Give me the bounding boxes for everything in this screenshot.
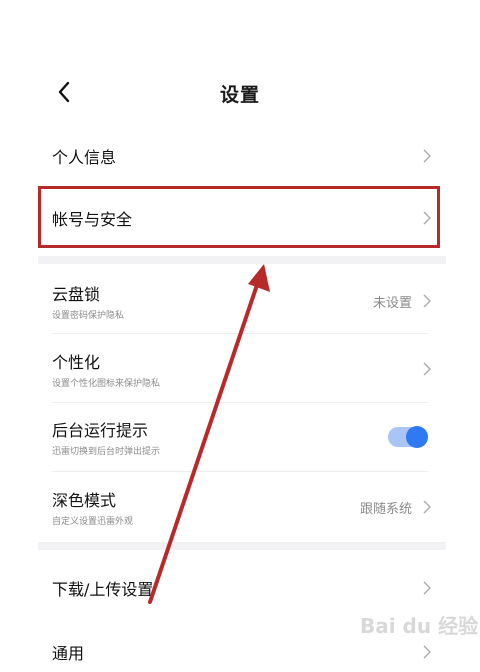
- divider: [52, 333, 428, 334]
- settings-item-personal-info[interactable]: 个人信息: [38, 128, 446, 184]
- section-gap: [38, 542, 446, 550]
- settings-item-label: 深色模式: [52, 491, 117, 510]
- settings-item-label: 个性化: [52, 353, 101, 372]
- toggle-knob: [406, 426, 428, 448]
- chevron-right-icon: [423, 362, 431, 376]
- settings-item-label: 云盘锁: [52, 285, 101, 304]
- settings-item-description: 自定义设置迅雷外观: [52, 517, 134, 527]
- settings-item-download-upload[interactable]: 下载/上传设置: [38, 560, 446, 616]
- chevron-right-icon: [423, 294, 431, 308]
- top-bar: 设置: [0, 60, 480, 124]
- settings-item-label: 通用: [52, 644, 85, 663]
- settings-item-value: 跟随系统: [359, 501, 412, 517]
- settings-item-background-run-tip: 后台运行提示 迅雷切换到后台时弹出提示: [38, 408, 446, 466]
- divider: [52, 471, 428, 472]
- chevron-right-icon: [423, 581, 431, 595]
- settings-item-label: 个人信息: [52, 148, 117, 167]
- watermark: Bai du 经验: [360, 614, 479, 638]
- settings-item-cloud-lock[interactable]: 云盘锁 设置密码保护隐私 未设置: [38, 272, 446, 330]
- settings-item-description: 设置个性化图标来保护隐私: [52, 379, 161, 389]
- settings-item-label: 后台运行提示: [52, 421, 149, 440]
- background-tip-toggle[interactable]: [388, 426, 428, 448]
- settings-item-personalization[interactable]: 个性化 设置个性化图标来保护隐私: [38, 340, 446, 398]
- settings-item-description: 设置密码保护隐私: [52, 311, 125, 321]
- chevron-right-icon: [423, 149, 431, 163]
- divider: [52, 402, 428, 403]
- section-gap: [38, 256, 446, 264]
- settings-item-value: 未设置: [372, 295, 412, 311]
- chevron-right-icon: [423, 500, 431, 514]
- settings-item-account-security[interactable]: 帐号与安全: [38, 190, 446, 246]
- chevron-right-icon: [423, 211, 431, 225]
- chevron-right-icon: [423, 645, 431, 659]
- settings-item-label: 下载/上传设置: [52, 580, 154, 599]
- settings-item-dark-mode[interactable]: 深色模式 自定义设置迅雷外观 跟随系统: [38, 478, 446, 536]
- settings-item-label: 帐号与安全: [52, 210, 133, 229]
- page-title: 设置: [219, 84, 260, 106]
- settings-item-description: 迅雷切换到后台时弹出提示: [52, 447, 161, 457]
